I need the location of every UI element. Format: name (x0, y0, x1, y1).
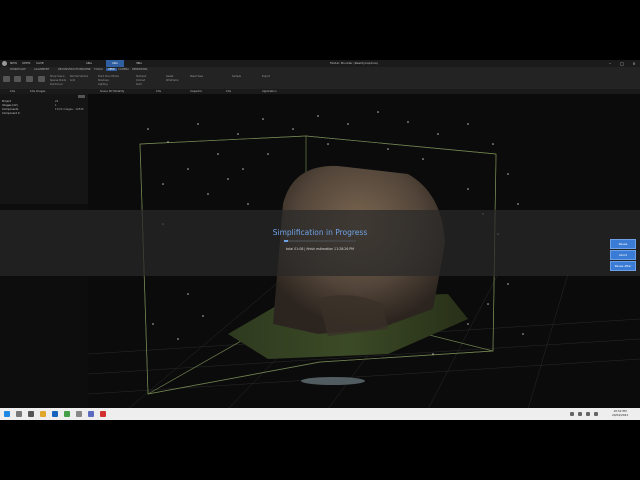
screen: NEW OPEN SAVE 1Ds 1Ds 3Ds Model: Boulder… (0, 60, 640, 420)
ribbon-tab-view[interactable]: VIEW (106, 68, 117, 71)
ribbon-tab-workflow[interactable]: WORKFLOW (10, 68, 26, 71)
search-icon[interactable] (16, 411, 22, 417)
tray-volume-icon[interactable] (578, 412, 582, 416)
ribbon-tab-reconstruction[interactable]: RECONSTRUCTION (58, 68, 82, 71)
quick-access-save[interactable]: SAVE (36, 61, 44, 65)
edge-icon[interactable] (52, 411, 58, 417)
taskbar: 10:52 PM 20/04/2022 (0, 408, 640, 420)
maximize-icon[interactable]: □ (616, 60, 628, 67)
tray-language-icon[interactable] (594, 412, 598, 416)
ribbon: WORKFLOW ALIGNMENT RECONSTRUCTION SCENE … (0, 67, 640, 90)
ribbon-tab-tools[interactable]: TOOLS (94, 68, 103, 71)
progress-title: Simplification in Progress (272, 228, 368, 237)
alignment-icon[interactable] (14, 76, 21, 82)
mesh-icon[interactable] (3, 76, 10, 82)
ribbon-tab-camera[interactable]: CAMERA (118, 68, 129, 71)
camera-icon[interactable] (38, 76, 45, 82)
tool-point-cloud-mode[interactable]: Point Cloud Mode (98, 75, 119, 78)
progress-overlay (0, 210, 640, 276)
tool-textured[interactable]: Textured (136, 75, 146, 78)
app-logo-icon (2, 61, 7, 66)
tool-colored[interactable]: Colored (136, 79, 145, 82)
ribbon-tab-alignment[interactable]: ALIGNMENT (34, 68, 49, 71)
camera-marker (301, 377, 365, 385)
clock[interactable]: 10:52 PM 20/04/2022 (612, 409, 628, 417)
tool-sweet[interactable]: Sweet (166, 75, 173, 78)
tool-normal-vectors[interactable]: Normal Vectors (70, 75, 88, 78)
panel-collapse-button[interactable] (78, 95, 85, 98)
tray-network-icon[interactable] (570, 412, 574, 416)
tree-values: 22 1 17/22 images - 12345 (55, 100, 84, 112)
tool-export[interactable]: Export (262, 75, 270, 78)
reconstruction-icon[interactable] (26, 76, 33, 82)
progress-bar-fill (284, 240, 289, 242)
tree-value: 17/22 images - 12345 (55, 108, 84, 111)
task-view-icon[interactable] (28, 411, 34, 417)
realitycapture-icon[interactable] (100, 411, 106, 417)
settings-icon[interactable] (76, 411, 82, 417)
tool-solid[interactable]: Solid (136, 83, 142, 86)
quick-access-new[interactable]: NEW (10, 61, 17, 65)
title-bar: NEW OPEN SAVE 1Ds 1Ds 3Ds Model: Boulder… (0, 60, 640, 67)
tool-wireframe[interactable]: Wireframe (166, 79, 178, 82)
tool-sparse-points[interactable]: Sparse Points (50, 79, 66, 82)
abort-button[interactable]: Abort (610, 250, 636, 260)
tool-grid[interactable]: Grid (70, 79, 75, 82)
tool-reset-view[interactable]: Reset View (190, 75, 203, 78)
windows-start-icon[interactable] (4, 411, 10, 417)
chrome-icon[interactable] (64, 411, 70, 417)
tool-pointcloud[interactable]: Pointcloud (50, 83, 62, 86)
tray-battery-icon[interactable] (586, 412, 590, 416)
ribbon-tab-scene[interactable]: SCENE (82, 68, 91, 71)
doc-tab-3[interactable]: 3Ds (130, 60, 148, 67)
doc-tab-2[interactable]: 1Ds (106, 60, 124, 67)
progress-bar (284, 240, 356, 242)
project-tree: Project Images (22) Components Component… (2, 100, 20, 116)
doc-tab-1[interactable]: 1Ds (80, 60, 98, 67)
tool-shadows[interactable]: Shadows (98, 79, 109, 82)
photos-icon[interactable] (88, 411, 94, 417)
tree-item-component0[interactable]: Component 0 (2, 112, 20, 116)
progress-status: total 01:08 | finish estimation 11:28:26… (285, 247, 355, 251)
file-explorer-icon[interactable] (40, 411, 46, 417)
pause-button[interactable]: Pause (610, 239, 636, 249)
close-icon[interactable]: × (628, 60, 640, 67)
window-title: Model: Boulder (RealityCapture) (330, 61, 379, 65)
tool-lighting[interactable]: Lighting (98, 83, 108, 86)
left-panel: Project Images (22) Components Component… (0, 94, 89, 204)
minimize-icon[interactable]: – (604, 60, 616, 67)
pause-after-button[interactable]: Pause after (610, 261, 636, 271)
quick-access-open[interactable]: OPEN (22, 61, 30, 65)
tool-sample[interactable]: Sample (232, 75, 241, 78)
tool-show-scene[interactable]: Show Scene (50, 75, 65, 78)
ribbon-tab-rendering[interactable]: RENDERING (132, 68, 148, 71)
